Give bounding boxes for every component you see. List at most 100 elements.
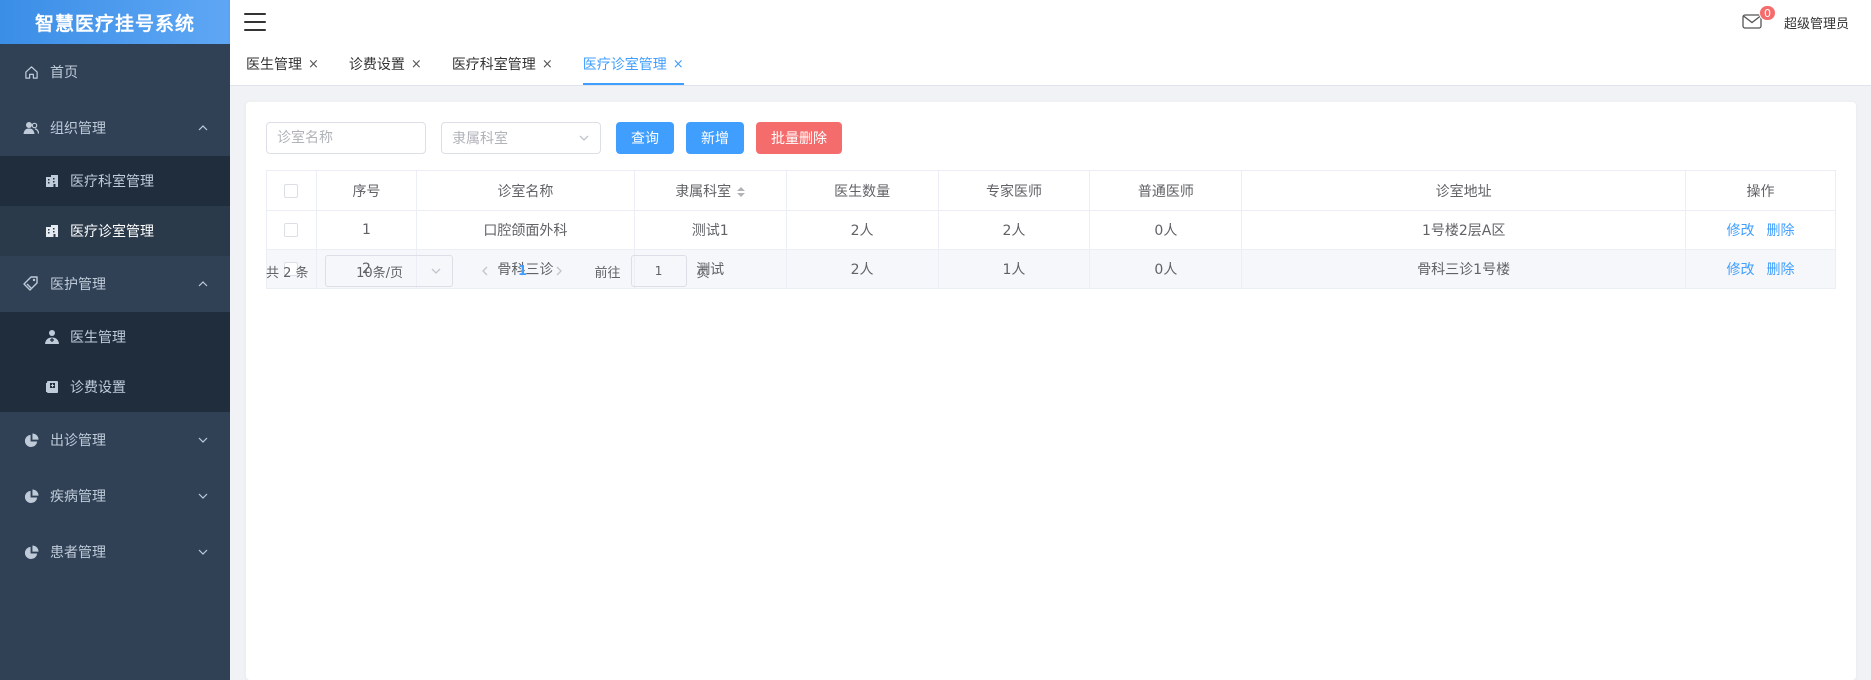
tab-room-manage[interactable]: 医疗诊室管理 × [582,43,684,85]
cell-address: 骨科三诊1号楼 [1241,249,1686,289]
delete-link[interactable]: 删除 [1767,262,1795,278]
dept-select-placeholder: 隶属科室 [452,131,508,147]
cell-experts: 1人 [938,249,1091,289]
users-icon [22,119,40,137]
cell-doctors: 2人 [786,210,939,250]
sidebar-item-label: 医护管理 [50,277,106,293]
cell-dept: 测试1 [634,210,787,250]
tab-bar: 医生管理 × 诊费设置 × 医疗科室管理 × 医疗诊室管理 × [230,44,1871,86]
col-room-name: 诊室名称 [416,170,635,211]
sidebar-item-label: 疾病管理 [50,489,106,505]
col-actions: 操作 [1685,170,1836,211]
cell-room-name: 口腔颌面外科 [416,210,635,250]
row-checkbox[interactable] [284,223,299,237]
sort-icon[interactable] [737,186,746,197]
sidebar-item-medical-staff[interactable]: 医护管理 [0,256,230,312]
col-general: 普通医师 [1089,170,1243,211]
mail-icon[interactable]: 0 [1742,5,1776,30]
tab-label: 医生管理 [246,57,302,73]
page-size-value: 10条/页 [356,265,404,281]
edit-link[interactable]: 修改 [1727,262,1755,278]
next-page-icon[interactable] [553,266,565,276]
search-toolbar: 隶属科室 查询 新增 批量删除 [266,122,842,154]
sidebar-item-room-manage[interactable]: 医疗诊室管理 [0,206,230,256]
pie-icon [22,543,40,561]
building-icon [44,223,60,239]
main-panel: 隶属科室 查询 新增 批量删除 序号 诊室名称 隶属科室 医生数量 专家医师 普… [246,102,1856,680]
dept-select[interactable]: 隶属科室 [441,122,601,154]
current-page[interactable]: 1 [515,264,531,279]
sidebar-item-patient-manage[interactable]: 患者管理 [0,524,230,580]
edit-link[interactable]: 修改 [1727,223,1755,239]
sidebar: 智慧医疗挂号系统 首页 组织管理 医疗科室管理 医疗诊室管理 医护管理 医生管理… [0,0,230,680]
user-name[interactable]: 超级管理员 [1784,13,1849,32]
close-icon[interactable]: × [411,58,422,71]
tab-label: 诊费设置 [348,57,405,73]
chevron-up-icon [198,123,208,133]
chevron-down-icon [430,265,442,277]
col-dept-label: 隶属科室 [675,183,732,200]
sidebar-item-label: 医生管理 [70,330,126,346]
sidebar-item-label: 医疗科室管理 [70,174,154,190]
table-row: 1 口腔颌面外科 测试1 2人 2人 0人 1号楼2层A区 修改 删除 [266,210,1836,250]
sidebar-item-visit-manage[interactable]: 出诊管理 [0,412,230,468]
prev-page-icon[interactable] [479,266,491,276]
building-icon [44,173,60,189]
select-all-cell [266,170,317,211]
sidebar-item-label: 出诊管理 [50,433,106,449]
sidebar-item-fee-settings[interactable]: 诊费设置 [0,362,230,412]
tab-fee-settings[interactable]: 诊费设置 × [349,43,422,85]
submenu-medical-staff: 医生管理 诊费设置 [0,312,230,412]
close-icon[interactable]: × [542,58,553,71]
row-select-cell [266,210,317,250]
col-doctors: 医生数量 [786,170,939,211]
hamburger-menu-icon[interactable] [244,13,266,31]
sidebar-item-label: 首页 [50,65,78,81]
select-all-checkbox[interactable] [284,183,299,198]
sidebar-item-home[interactable]: 首页 [0,44,230,100]
add-button[interactable]: 新增 [686,122,744,154]
sidebar-item-org[interactable]: 组织管理 [0,100,230,156]
chevron-down-icon [198,491,208,501]
col-experts: 专家医师 [938,170,1091,211]
cell-doctors: 2人 [786,249,939,289]
sidebar-item-label: 患者管理 [50,545,106,561]
submenu-org: 医疗科室管理 医疗诊室管理 [0,156,230,256]
goto-page-input[interactable]: 1 [630,255,687,287]
pie-icon [22,487,40,505]
page-size-select[interactable]: 10条/页 [324,255,453,287]
goto-label: 前往 [594,265,621,281]
query-button[interactable]: 查询 [616,122,674,154]
cell-actions: 修改 删除 [1685,210,1836,250]
mail-badge: 0 [1758,5,1776,21]
book-icon [44,379,60,395]
cell-address: 1号楼2层A区 [1241,210,1686,250]
tag-icon [22,275,40,293]
sidebar-item-label: 医疗诊室管理 [70,224,154,240]
page-unit-label: 页 [696,265,710,281]
sidebar-item-dept-manage[interactable]: 医疗科室管理 [0,156,230,206]
tab-doctor-manage[interactable]: 医生管理 × [246,43,319,85]
close-icon[interactable]: × [308,58,319,71]
header-right: 0 超级管理员 [1742,0,1849,44]
cell-general: 0人 [1089,249,1243,289]
doctor-icon [44,329,60,345]
close-icon[interactable]: × [673,58,684,71]
sidebar-item-label: 组织管理 [50,121,106,137]
home-icon [22,63,40,81]
tab-label: 医疗诊室管理 [582,57,667,73]
batch-delete-button[interactable]: 批量删除 [756,122,842,154]
col-address: 诊室地址 [1241,170,1686,211]
table-header-row: 序号 诊室名称 隶属科室 医生数量 专家医师 普通医师 诊室地址 操作 [266,170,1836,211]
cell-experts: 2人 [938,210,1091,250]
delete-link[interactable]: 删除 [1767,223,1795,239]
cell-no: 1 [316,210,417,250]
top-header: 0 超级管理员 [230,0,1871,44]
cell-general: 0人 [1089,210,1243,250]
sidebar-item-doctor-manage[interactable]: 医生管理 [0,312,230,362]
col-dept[interactable]: 隶属科室 [634,170,787,211]
sidebar-item-disease-manage[interactable]: 疾病管理 [0,468,230,524]
tab-dept-manage[interactable]: 医疗科室管理 × [452,43,553,85]
pie-icon [22,431,40,449]
room-name-input[interactable] [266,122,426,154]
